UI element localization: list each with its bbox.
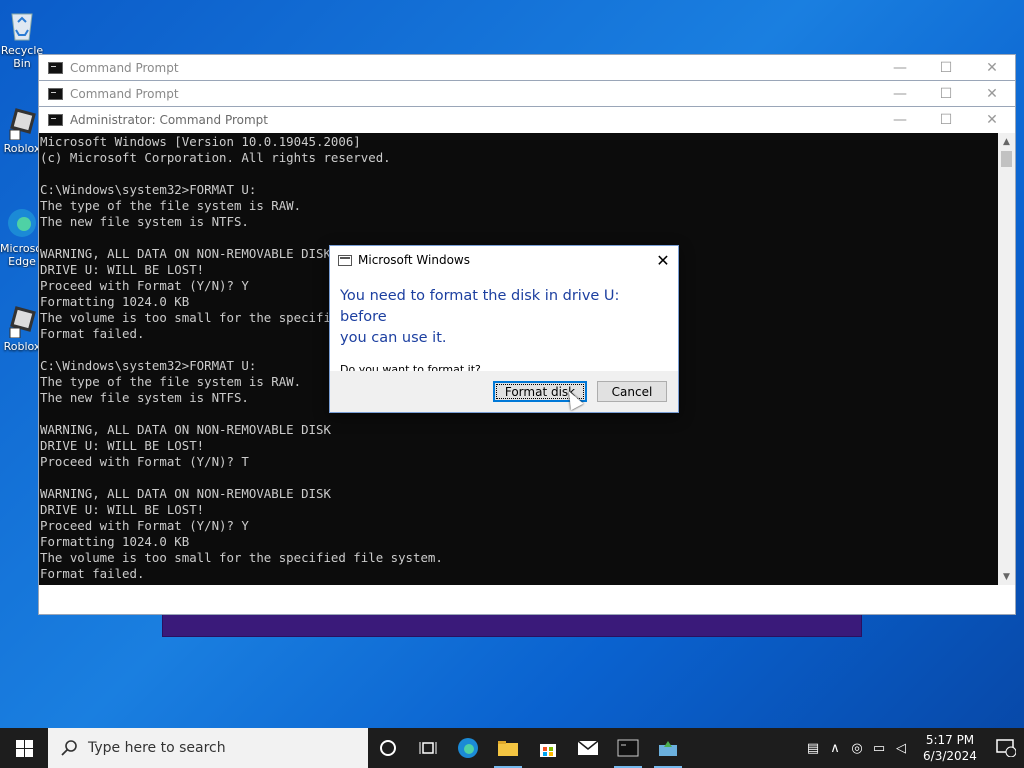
close-button[interactable]: ✕: [969, 55, 1015, 81]
store-icon[interactable]: [528, 728, 568, 768]
volume-muted-icon[interactable]: ◁: [890, 741, 912, 756]
app-icon[interactable]: [648, 728, 688, 768]
maximize-button[interactable]: ☐: [923, 81, 969, 107]
dialog-main-line-2: you can use it.: [340, 330, 447, 346]
window-icon: [338, 254, 352, 266]
taskbar: Type here to search ▤ ∧ ◎ ▭ ◁ 5:17 PM 6/…: [0, 728, 1024, 768]
recycle-bin-icon: [6, 8, 38, 42]
window-title: Command Prompt: [70, 87, 179, 101]
clock[interactable]: 5:17 PM 6/3/2024: [918, 732, 982, 764]
windows-logo-icon: [15, 739, 33, 757]
scroll-down-arrow-icon[interactable]: ▼: [998, 568, 1015, 585]
scroll-up-arrow-icon[interactable]: ▲: [998, 133, 1015, 150]
notification-center-icon[interactable]: [988, 728, 1024, 768]
search-placeholder: Type here to search: [88, 740, 226, 756]
chevron-up-icon[interactable]: ∧: [824, 741, 846, 756]
minimize-button[interactable]: —: [877, 107, 923, 133]
minimize-button[interactable]: —: [877, 55, 923, 81]
command-prompt-icon: [48, 114, 63, 126]
console-line: Microsoft Windows [Version 10.0.19045.20…: [40, 134, 361, 149]
console-line: DRIVE U: WILL BE LOST!: [40, 502, 205, 517]
console-line: DRIVE U: WILL BE LOST!: [40, 438, 205, 453]
window-title: Administrator: Command Prompt: [70, 113, 268, 127]
system-tray: ▤ ∧ ◎ ▭ ◁ 5:17 PM 6/3/2024: [802, 728, 1024, 768]
command-prompt-icon[interactable]: [608, 728, 648, 768]
vertical-scrollbar[interactable]: ▲ ▼: [998, 133, 1015, 585]
cancel-button[interactable]: Cancel: [597, 381, 667, 402]
console-line: (c) Microsoft Corporation. All rights re…: [40, 150, 391, 165]
dialog-button-bar: Format disk Cancel: [330, 371, 678, 412]
device-icon[interactable]: ◎: [846, 741, 868, 756]
console-line: The volume is too small for the specifie…: [40, 550, 443, 565]
command-prompt-icon: [48, 88, 63, 100]
edge-icon[interactable]: [448, 728, 488, 768]
file-explorer-icon[interactable]: [488, 728, 528, 768]
roblox-icon: [6, 304, 38, 339]
dialog-main-instruction: You need to format the disk in drive U: …: [330, 274, 678, 349]
search-icon: [60, 739, 78, 757]
network-icon[interactable]: ▭: [868, 741, 890, 756]
news-icon[interactable]: ▤: [802, 741, 824, 756]
start-button[interactable]: [0, 728, 48, 768]
roblox-icon: [6, 106, 38, 141]
console-line: C:\Windows\system32>FORMAT U:: [40, 182, 257, 197]
console-line: Format failed.: [40, 566, 145, 581]
clock-time: 5:17 PM: [925, 733, 975, 747]
edge-icon: [6, 206, 38, 240]
mail-icon[interactable]: [568, 728, 608, 768]
window-title: Command Prompt: [70, 61, 179, 75]
scroll-thumb[interactable]: [1001, 151, 1012, 167]
close-button[interactable]: ✕: [969, 81, 1015, 107]
console-line: Proceed with Format (Y/N)? T: [40, 454, 249, 469]
minimize-button[interactable]: —: [877, 81, 923, 107]
background-window-edge: [162, 612, 862, 637]
title-bar[interactable]: Command Prompt — ☐ ✕: [39, 55, 1015, 81]
taskbar-search-box[interactable]: Type here to search: [48, 728, 368, 768]
dialog-title-bar[interactable]: Microsoft Windows ✕: [330, 246, 678, 274]
console-line: The new file system is NTFS.: [40, 214, 249, 229]
console-line: Formatting 1024.0 KB: [40, 534, 190, 549]
command-prompt-icon: [48, 62, 63, 74]
maximize-button[interactable]: ☐: [923, 55, 969, 81]
task-view-icon[interactable]: [408, 728, 448, 768]
console-line: The type of the file system is RAW.: [40, 198, 302, 213]
console-line: WARNING, ALL DATA ON NON-REMOVABLE DISK: [40, 422, 331, 437]
format-disk-dialog[interactable]: Microsoft Windows ✕ You need to format t…: [329, 245, 679, 413]
title-bar[interactable]: Command Prompt — ☐ ✕: [39, 81, 1015, 107]
cortana-icon[interactable]: [368, 728, 408, 768]
console-line: WARNING, ALL DATA ON NON-REMOVABLE DISK: [40, 486, 331, 501]
clock-date: 6/3/2024: [923, 749, 977, 763]
close-button[interactable]: ✕: [969, 107, 1015, 133]
maximize-button[interactable]: ☐: [923, 107, 969, 133]
console-line: Proceed with Format (Y/N)? Y: [40, 518, 249, 533]
dialog-close-button[interactable]: ✕: [648, 251, 678, 270]
title-bar[interactable]: Administrator: Command Prompt — ☐ ✕: [39, 107, 1015, 133]
dialog-title: Microsoft Windows: [358, 253, 470, 267]
dialog-main-line-1: You need to format the disk in drive U: …: [340, 288, 620, 325]
